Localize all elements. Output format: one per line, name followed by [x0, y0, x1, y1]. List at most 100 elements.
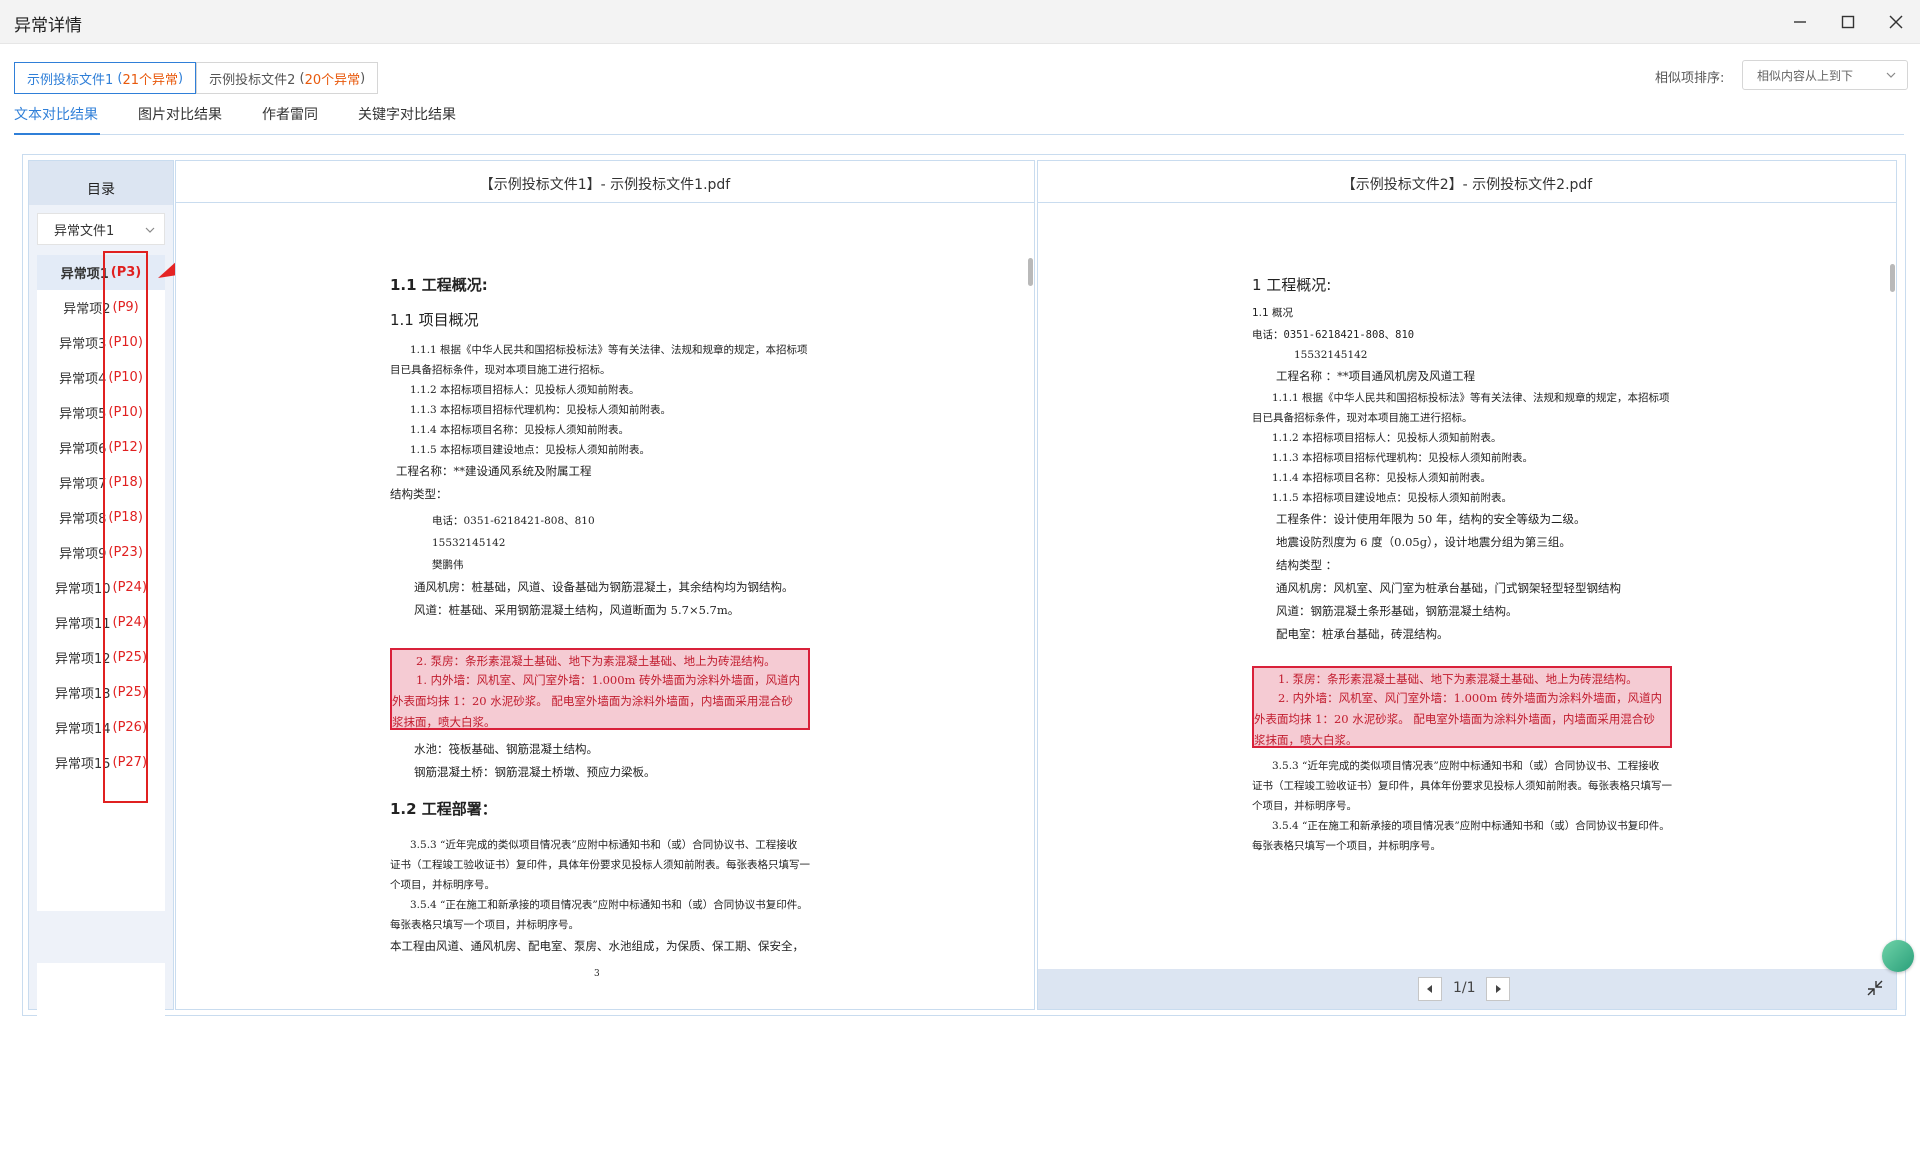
doc-line: 15532145142 [1294, 349, 1368, 361]
sort-label: 相似项排序: [1655, 71, 1725, 86]
doc-select[interactable]: 异常文件1 [37, 213, 165, 245]
window-title: 异常详情 [14, 16, 82, 36]
doc-line: 1.1.5 本招标项目建设地点：见投标人须知前附表。 [1272, 492, 1513, 504]
doc-line: 钢筋混凝土桥：钢筋混凝土桥墩、预应力梁板。 [414, 765, 656, 779]
file-tabs: 示例投标文件1 (21个异常) 示例投标文件2 (20个异常) [14, 62, 379, 94]
doc-line: 1.1.5 本招标项目建设地点：见投标人须知前附表。 [410, 444, 651, 456]
tab-keyword-compare[interactable]: 关键字对比结果 [358, 104, 456, 134]
file-tab-name: 示例投标文件1 [27, 72, 114, 88]
collapse-icon[interactable] [1866, 979, 1884, 997]
close-icon [1889, 15, 1903, 29]
doc-line: 15532145142 [432, 537, 506, 549]
doc-line: 3.5.4 “正在施工和新承接的项目情况表”应附中标通知书和（或）合同协议书复印… [1272, 820, 1670, 832]
file-tab-name: 示例投标文件2 [209, 72, 296, 88]
anomaly-label: 异常项9 [59, 547, 107, 562]
anomaly-label: 异常项3 [59, 337, 107, 352]
anomaly-label: 异常项6 [59, 442, 107, 457]
file-tab-paren-close: ) [178, 70, 184, 86]
doc-line: 1.1.2 本招标项目招标人：见投标人须知前附表。 [410, 384, 640, 396]
active-tab-indicator [14, 133, 100, 135]
doc-line: 樊鹏伟 [432, 559, 464, 571]
minimize-button[interactable] [1780, 6, 1820, 38]
sort-value: 相似内容从上到下 [1757, 68, 1854, 83]
doc-line: 结构类型： [390, 487, 448, 501]
left-scrollbar[interactable] [1028, 258, 1033, 286]
right-doc-heading: 1 工程概况: [1252, 276, 1332, 294]
right-doc-page: 1 工程概况: 1.1 概况 电话：0351-6218421-808、810 1… [1252, 274, 1670, 646]
highlight-line: 外表面均抹 1：20 水泥砂浆。 配电室外墙面为涂料外墙面，内墙面采用混合砂 [392, 694, 793, 708]
next-page-button[interactable] [1486, 977, 1510, 1001]
maximize-icon [1841, 15, 1855, 29]
doc-line: 1.1.3 本招标项目招标代理机构：见投标人须知前附表。 [410, 404, 672, 416]
doc-line: 配电室：桩承台基础，砖混结构。 [1276, 627, 1449, 641]
doc-line: 工程名称 ：**项目通风机房及风道工程 [1276, 369, 1476, 383]
highlight-line: 浆抹面，喷大白浆。 [392, 715, 496, 729]
doc-line: 通风机房：风机室、风门室为桩承台基础，门式钢架轻型轻型钢结构 [1276, 581, 1621, 595]
left-doc-subheading: 1.1 项目概况 [390, 311, 479, 329]
page-indicator: 1/1 [1453, 980, 1476, 996]
right-doc-pane: 【示例投标文件2】- 示例投标文件2.pdf 1 工程概况: 1.1 概况 电话… [1037, 160, 1897, 1010]
tab-text-compare[interactable]: 文本对比结果 [14, 104, 98, 134]
prev-page-icon [1427, 985, 1432, 993]
doc-line: 1.1.4 本招标项目名称：见投标人须知前附表。 [1272, 472, 1492, 484]
doc-line: 目已具备招标条件，现对本项目施工进行招标。 [390, 364, 611, 376]
title-bar: 异常详情 [0, 0, 1920, 44]
file-tab-count: 20个异常 [304, 72, 361, 88]
right-doc-header: 【示例投标文件2】- 示例投标文件2.pdf [1038, 161, 1896, 203]
left-anomaly-highlight[interactable]: 2. 泵房：条形素混凝土基础、地下为素混凝土基础、地上为砖混结构。 1. 内外墙… [390, 648, 810, 730]
doc-line: 工程名称：**建设通风系统及附属工程 [396, 464, 592, 478]
tab-divider [14, 134, 1904, 135]
file-tab-1[interactable]: 示例投标文件1 (21个异常) [14, 62, 197, 94]
doc-line: 1.1.4 本招标项目名称：见投标人须知前附表。 [410, 424, 630, 436]
doc-line: 风道：钢筋混凝土条形基础，钢筋混凝土结构。 [1276, 604, 1518, 618]
doc-line: 证书（工程竣工验收证书）复印件，具体年份要求见投标人须知前附表。每张表格只填写一 [390, 859, 810, 871]
file-tab-count: 21个异常 [122, 72, 179, 88]
file-tab-paren-open: ( [113, 70, 123, 86]
doc-line: 目已具备招标条件，现对本项目施工进行招标。 [1252, 412, 1473, 424]
next-page-icon [1496, 985, 1501, 993]
doc-line: 工程条件：设计使用年限为 50 年，结构的安全等级为二级。 [1276, 512, 1586, 526]
page-number: 3 [594, 969, 600, 979]
doc-select-value: 异常文件1 [54, 223, 115, 239]
anomaly-label: 异常项7 [59, 477, 107, 492]
close-button[interactable] [1876, 6, 1916, 38]
left-doc-pane: 【示例投标文件1】- 示例投标文件1.pdf 1.1 工程概况: 1.1 项目概… [175, 160, 1035, 1010]
sidebar-empty-area [37, 963, 165, 1161]
highlight-line: 1. 内外墙：风机室、风门室外墙：1.000m 砖外墙面为涂料外墙面，风道内 [416, 673, 801, 687]
pager-bar: 1/1 [1038, 969, 1896, 1009]
right-doc-page-lower: 3.5.3 “近年完成的类似项目情况表”应附中标通知书和（或）合同协议书、工程接… [1252, 756, 1672, 856]
doc-line: 1.1.1 根据《中华人民共和国招标投标法》等有关法律、法规和规章的规定，本招标… [1272, 392, 1670, 404]
result-tabs: 文本对比结果 图片对比结果 作者雷同 关键字对比结果 [14, 104, 496, 134]
doc-line: 水池：筏板基础、钢筋混凝土结构。 [414, 742, 598, 756]
maximize-button[interactable] [1828, 6, 1868, 38]
left-doc-heading: 1.1 工程概况: [390, 276, 488, 294]
right-doc-subheading: 1.1 概况 [1252, 307, 1294, 319]
doc-line: 每张表格只填写一个项目，并标明序号。 [1252, 840, 1441, 852]
right-doc-viewer[interactable]: 1 工程概况: 1.1 概况 电话：0351-6218421-808、810 1… [1038, 204, 1896, 1008]
left-doc-viewer[interactable]: 1.1 工程概况: 1.1 项目概况 1.1.1 根据《中华人民共和国招标投标法… [176, 204, 1034, 1008]
page-ref-highlight-box [103, 251, 148, 803]
anomaly-label: 异常项8 [59, 512, 107, 527]
doc-line: 1.1.2 本招标项目招标人：见投标人须知前附表。 [1272, 432, 1502, 444]
assistant-icon[interactable] [1882, 940, 1914, 972]
doc-line: 风道：桩基础、采用钢筋混凝土结构，风道断面为 5.7×5.7m。 [414, 603, 740, 617]
doc-line: 个项目，并标明序号。 [1252, 800, 1357, 812]
left-doc-heading-2: 1.2 工程部署： [390, 800, 497, 818]
anomaly-label: 异常项1 [60, 267, 109, 282]
right-scrollbar[interactable] [1890, 264, 1895, 292]
doc-line: 本工程由风道、通风机房、配电室、泵房、水池组成，为保质、保工期、保安全， [390, 939, 804, 953]
doc-line: 3.5.3 “近年完成的类似项目情况表”应附中标通知书和（或）合同协议书、工程接… [1272, 760, 1660, 772]
chevron-down-icon [1886, 72, 1896, 78]
sort-select[interactable]: 相似内容从上到下 [1742, 60, 1908, 90]
doc-line: 3.5.3 “近年完成的类似项目情况表”应附中标通知书和（或）合同协议书、工程接… [410, 839, 798, 851]
prev-page-button[interactable] [1418, 977, 1442, 1001]
tab-image-compare[interactable]: 图片对比结果 [138, 104, 222, 134]
doc-line: 3.5.4 “正在施工和新承接的项目情况表”应附中标通知书和（或）合同协议书复印… [410, 899, 808, 911]
file-tab-2[interactable]: 示例投标文件2 (20个异常) [196, 62, 379, 94]
doc-line: 地震设防烈度为 6 度（0.05g），设计地震分组为第三组。 [1276, 535, 1571, 549]
doc-line: 结构类型 ： [1276, 558, 1338, 572]
tab-author-same[interactable]: 作者雷同 [262, 104, 318, 134]
right-anomaly-highlight[interactable]: 1. 泵房：条形素混凝土基础、地下为素混凝土基础、地上为砖混结构。 2. 内外墙… [1252, 666, 1672, 748]
doc-line: 1.1.1 根据《中华人民共和国招标投标法》等有关法律、法规和规章的规定，本招标… [410, 344, 808, 356]
left-doc-page-lower: 水池：筏板基础、钢筋混凝土结构。 钢筋混凝土桥：钢筋混凝土桥墩、预应力梁板。 1… [390, 738, 810, 984]
